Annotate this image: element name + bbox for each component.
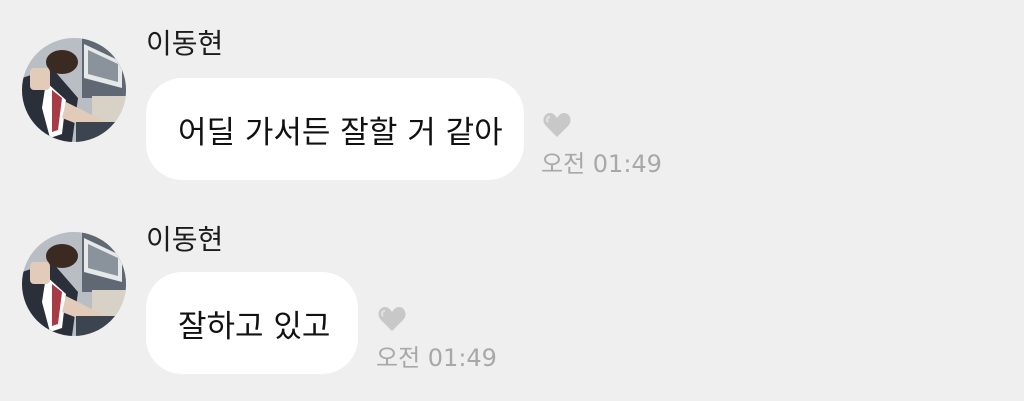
- message-bubble[interactable]: 잘하고 있고: [146, 272, 358, 374]
- timestamp: 오전 01:49: [376, 344, 497, 372]
- message-text: 잘하고 있고: [178, 308, 331, 345]
- heart-icon[interactable]: [377, 306, 407, 332]
- sender-name: 이동현: [146, 223, 224, 256]
- avatar[interactable]: [22, 232, 126, 336]
- message-row: 이동현 잘하고 있고 오전 01:49: [0, 0, 1024, 401]
- chat-conversation: 이동현 어딜 가서든 잘할 거 같아 오전 01:49 이동현 잘하고 있고 오…: [0, 0, 1024, 401]
- avatar-photo: [22, 232, 126, 336]
